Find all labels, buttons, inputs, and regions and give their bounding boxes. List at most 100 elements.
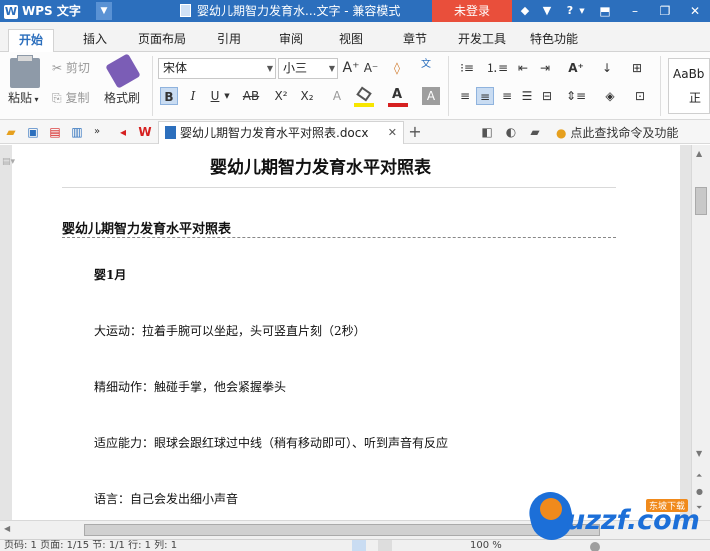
document-icon (180, 4, 191, 17)
tab-home[interactable]: 开始 (8, 29, 54, 52)
restore-ribbon-icon[interactable]: ⬒ (590, 0, 620, 22)
watermark-tag: 东坡下载 (646, 499, 689, 512)
font-name-value: 宋体 (163, 61, 188, 75)
tab-page-layout[interactable]: 页面布局 (132, 29, 192, 52)
more-icon[interactable]: » (88, 123, 106, 141)
tab-review[interactable]: 审阅 (268, 29, 314, 52)
command-search[interactable]: ● 点此查找命令及功能 (556, 124, 678, 141)
text-effect-icon[interactable]: A (328, 87, 346, 105)
settings-icon[interactable]: ◐ (502, 123, 520, 141)
prev-page-icon[interactable]: ⏶ (696, 471, 702, 481)
table-icon[interactable]: ⊞ (628, 59, 646, 77)
scroll-left-icon[interactable]: ◀ (4, 524, 10, 533)
copy-button[interactable]: ⎘ 复制 (52, 90, 89, 106)
shirt-icon[interactable]: ▼ (539, 3, 555, 19)
print-icon[interactable]: ▥ (68, 123, 86, 141)
zoom-slider-thumb[interactable] (590, 542, 600, 551)
increase-indent-icon[interactable]: ⇥ (536, 59, 554, 77)
pin-icon[interactable]: ◂ (114, 123, 132, 141)
title-rule (62, 187, 616, 188)
zoom-level[interactable]: 100 % (470, 540, 502, 551)
scroll-thumb[interactable] (695, 187, 707, 215)
export-pdf-icon[interactable]: ▤ (46, 123, 64, 141)
bullet-list-icon[interactable]: ⁝≡ (454, 59, 480, 77)
clear-format-icon[interactable]: ◊ (388, 59, 406, 77)
subscript-icon[interactable]: X₂ (298, 87, 316, 105)
grow-font-icon[interactable]: A⁺ (342, 59, 360, 77)
minimize-button[interactable]: – (620, 0, 650, 22)
page-view-icon[interactable] (352, 540, 366, 551)
font-color-bar (388, 103, 408, 107)
divider (448, 56, 449, 116)
wps-red-logo-icon[interactable]: W (136, 123, 154, 141)
paste-icon[interactable] (10, 58, 40, 88)
open-folder-icon[interactable]: ▰ (2, 123, 20, 141)
format-painter-icon[interactable] (105, 53, 141, 89)
paste-button[interactable]: 粘贴 ▾ (8, 90, 39, 108)
help-chevron-icon[interactable]: ▼ (574, 3, 590, 19)
save-icon[interactable]: ▣ (24, 123, 42, 141)
tab-references[interactable]: 引用 (206, 29, 252, 52)
pinyin-icon[interactable]: 文 (414, 56, 438, 74)
highlight-icon[interactable] (354, 86, 378, 107)
collapse-icon[interactable]: ▰ (526, 123, 544, 141)
borders-icon[interactable]: ⊡ (628, 87, 652, 105)
document-subtitle: 婴幼儿期智力发育水平对照表 (62, 222, 232, 237)
line-spacing-icon[interactable]: ⇕≡ (562, 87, 590, 105)
scroll-down-icon[interactable]: ▼ (696, 449, 702, 458)
scroll-up-icon[interactable]: ▲ (696, 149, 702, 158)
align-center-icon[interactable]: ≡ (476, 87, 494, 105)
login-button[interactable]: 未登录 (432, 0, 512, 22)
distributed-icon[interactable]: ⊟ (538, 87, 556, 105)
app-logo[interactable]: W WPS 文字 (4, 3, 98, 19)
cut-label: 剪切 (65, 61, 90, 75)
font-size-select[interactable]: 小三 ▼ (278, 58, 338, 79)
superscript-icon[interactable]: X² (272, 87, 290, 105)
vertical-scrollbar[interactable]: ▲ ▼ ⏶ ● ⏷ (691, 145, 710, 520)
document-tab[interactable]: 婴幼儿期智力发育水平对照表.docx ✕ (158, 121, 404, 144)
doc-file-icon (165, 126, 176, 139)
close-tab-icon[interactable]: ✕ (388, 122, 397, 144)
tab-insert[interactable]: 插入 (72, 29, 118, 52)
align-right-icon[interactable]: ≡ (498, 87, 516, 105)
hscroll-thumb[interactable] (84, 524, 600, 536)
justify-icon[interactable]: ☰ (518, 87, 536, 105)
chevron-down-icon: ▼ (266, 64, 273, 73)
window-icon[interactable]: ◧ (478, 123, 496, 141)
font-color-letter: A (392, 87, 403, 102)
maximize-button[interactable]: ❐ (650, 0, 680, 22)
app-menu-chevron-icon[interactable]: ▼ (96, 2, 112, 20)
window-title-text: 婴幼儿期智力发育水...文字 - 兼容模式 (197, 4, 401, 18)
lightbulb-icon: ● (556, 126, 567, 140)
strikethrough-icon[interactable]: AB (238, 87, 264, 105)
select-browse-icon[interactable]: ● (696, 487, 703, 496)
new-tab-icon[interactable]: + (406, 123, 424, 141)
web-view-icon[interactable] (378, 540, 392, 551)
paragraph-shading-icon[interactable]: ◈ (598, 87, 622, 105)
page-nav-icon[interactable]: ▤▾ (2, 157, 15, 167)
tab-view[interactable]: 视图 (328, 29, 374, 52)
shrink-font-icon[interactable]: A⁻ (362, 59, 380, 77)
tab-special[interactable]: 特色功能 (524, 29, 584, 52)
section-heading: 婴1月 (94, 268, 127, 282)
document-page[interactable]: ▤▾ 婴幼儿期智力发育水平对照表 婴幼儿期智力发育水平对照表 婴1月 大运动：拉… (2, 145, 680, 520)
char-shading-icon[interactable]: A (422, 87, 440, 105)
format-painter-button[interactable]: 格式刷 (104, 90, 140, 106)
align-left-icon[interactable]: ≡ (456, 87, 474, 105)
text-direction-icon[interactable]: A⁺ (562, 59, 590, 77)
decrease-indent-icon[interactable]: ⇤ (514, 59, 532, 77)
underline-chevron-icon[interactable]: ▼ (222, 87, 232, 105)
bold-icon[interactable]: B (160, 87, 178, 105)
tab-chapter[interactable]: 章节 (392, 29, 438, 52)
italic-icon[interactable]: I (184, 87, 202, 105)
app-logo-text: WPS 文字 (22, 4, 81, 18)
sort-icon[interactable]: ↓ (598, 59, 616, 77)
font-name-select[interactable]: 宋体 ▼ (158, 58, 276, 79)
cut-button[interactable]: ✂ 剪切 (52, 60, 90, 76)
close-button[interactable]: ✕ (680, 0, 710, 22)
skin-icon[interactable]: ◆ (517, 3, 533, 19)
numbered-list-icon[interactable]: ⒈≡ (484, 59, 510, 77)
font-color-icon[interactable]: A (388, 87, 410, 107)
tab-developer[interactable]: 开发工具 (452, 29, 512, 52)
style-gallery[interactable]: AaBb 正 (668, 58, 710, 114)
